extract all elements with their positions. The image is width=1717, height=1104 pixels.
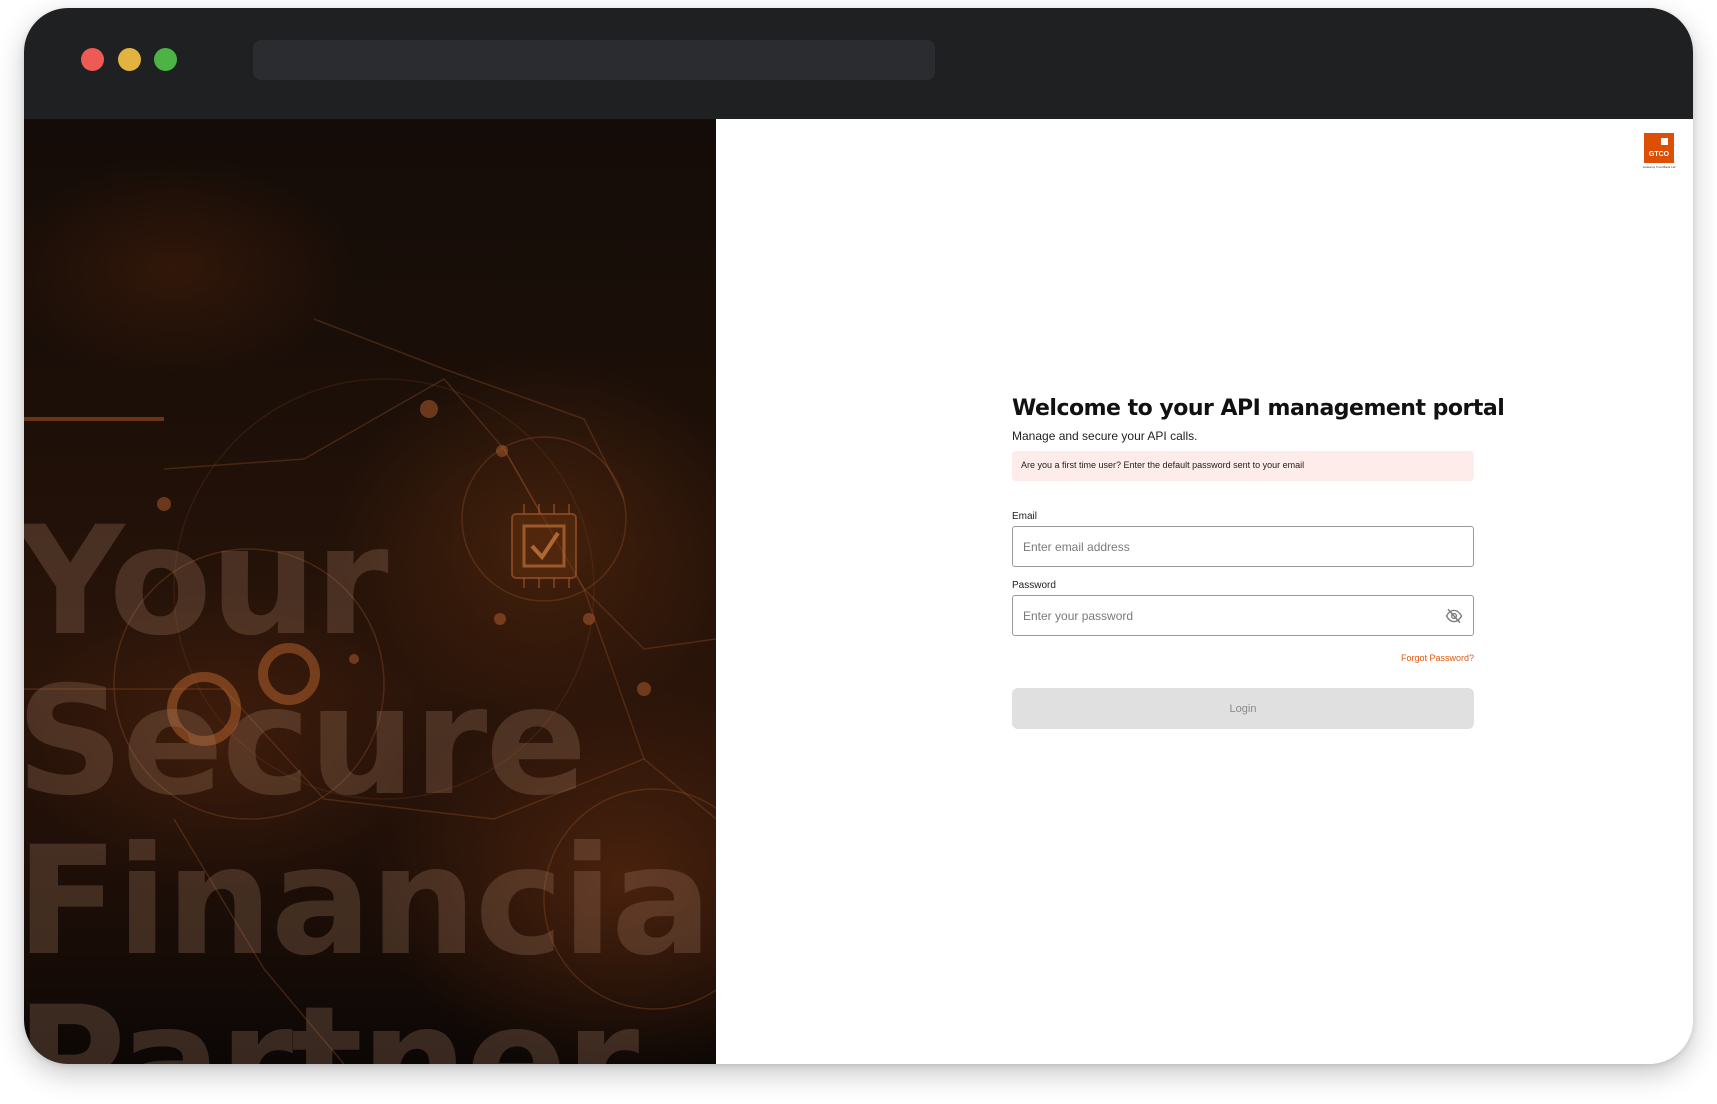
close-window-button[interactable] (81, 48, 104, 71)
logo-tagline: Guaranty Trust Bank Ltd (1642, 165, 1676, 169)
forgot-password-link[interactable]: Forgot Password? (1012, 653, 1474, 663)
login-panel: GTCO Guaranty Trust Bank Ltd Welcome to … (716, 119, 1693, 1064)
logo-text: GTCO (1648, 151, 1670, 158)
hero-line: Partner (24, 975, 639, 1064)
first-time-notice: Are you a first time user? Enter the def… (1012, 451, 1474, 481)
maximize-window-button[interactable] (154, 48, 177, 71)
login-button[interactable]: Login (1012, 688, 1474, 729)
logo-square (1661, 138, 1668, 145)
address-bar[interactable] (253, 40, 935, 80)
email-label: Email (1012, 511, 1038, 522)
hero-panel: Your Secure Financial Partner (24, 119, 716, 1064)
password-field[interactable] (1013, 596, 1473, 635)
email-field-wrapper (1012, 526, 1474, 567)
hero-line: Your (24, 495, 389, 669)
hero-line: Secure (24, 655, 587, 829)
brand-logo: GTCO Guaranty Trust Bank Ltd (1639, 133, 1679, 173)
hero-slogan: Your Secure Financial Partner (24, 502, 716, 1064)
page-title: Welcome to your API management portal (1012, 396, 1505, 421)
hero-line: Financial (24, 815, 716, 989)
email-field[interactable] (1013, 527, 1473, 566)
logo-mark: GTCO (1644, 133, 1674, 163)
eye-off-icon[interactable] (1445, 607, 1463, 625)
page-subtitle: Manage and secure your API calls. (1012, 429, 1198, 443)
minimize-window-button[interactable] (118, 48, 141, 71)
password-label: Password (1012, 580, 1056, 591)
password-field-wrapper (1012, 595, 1474, 636)
browser-window: Your Secure Financial Partner GTCO Guara… (24, 8, 1693, 1064)
login-form: Welcome to your API management portal Ma… (1012, 396, 1505, 729)
browser-titlebar (24, 8, 1693, 119)
